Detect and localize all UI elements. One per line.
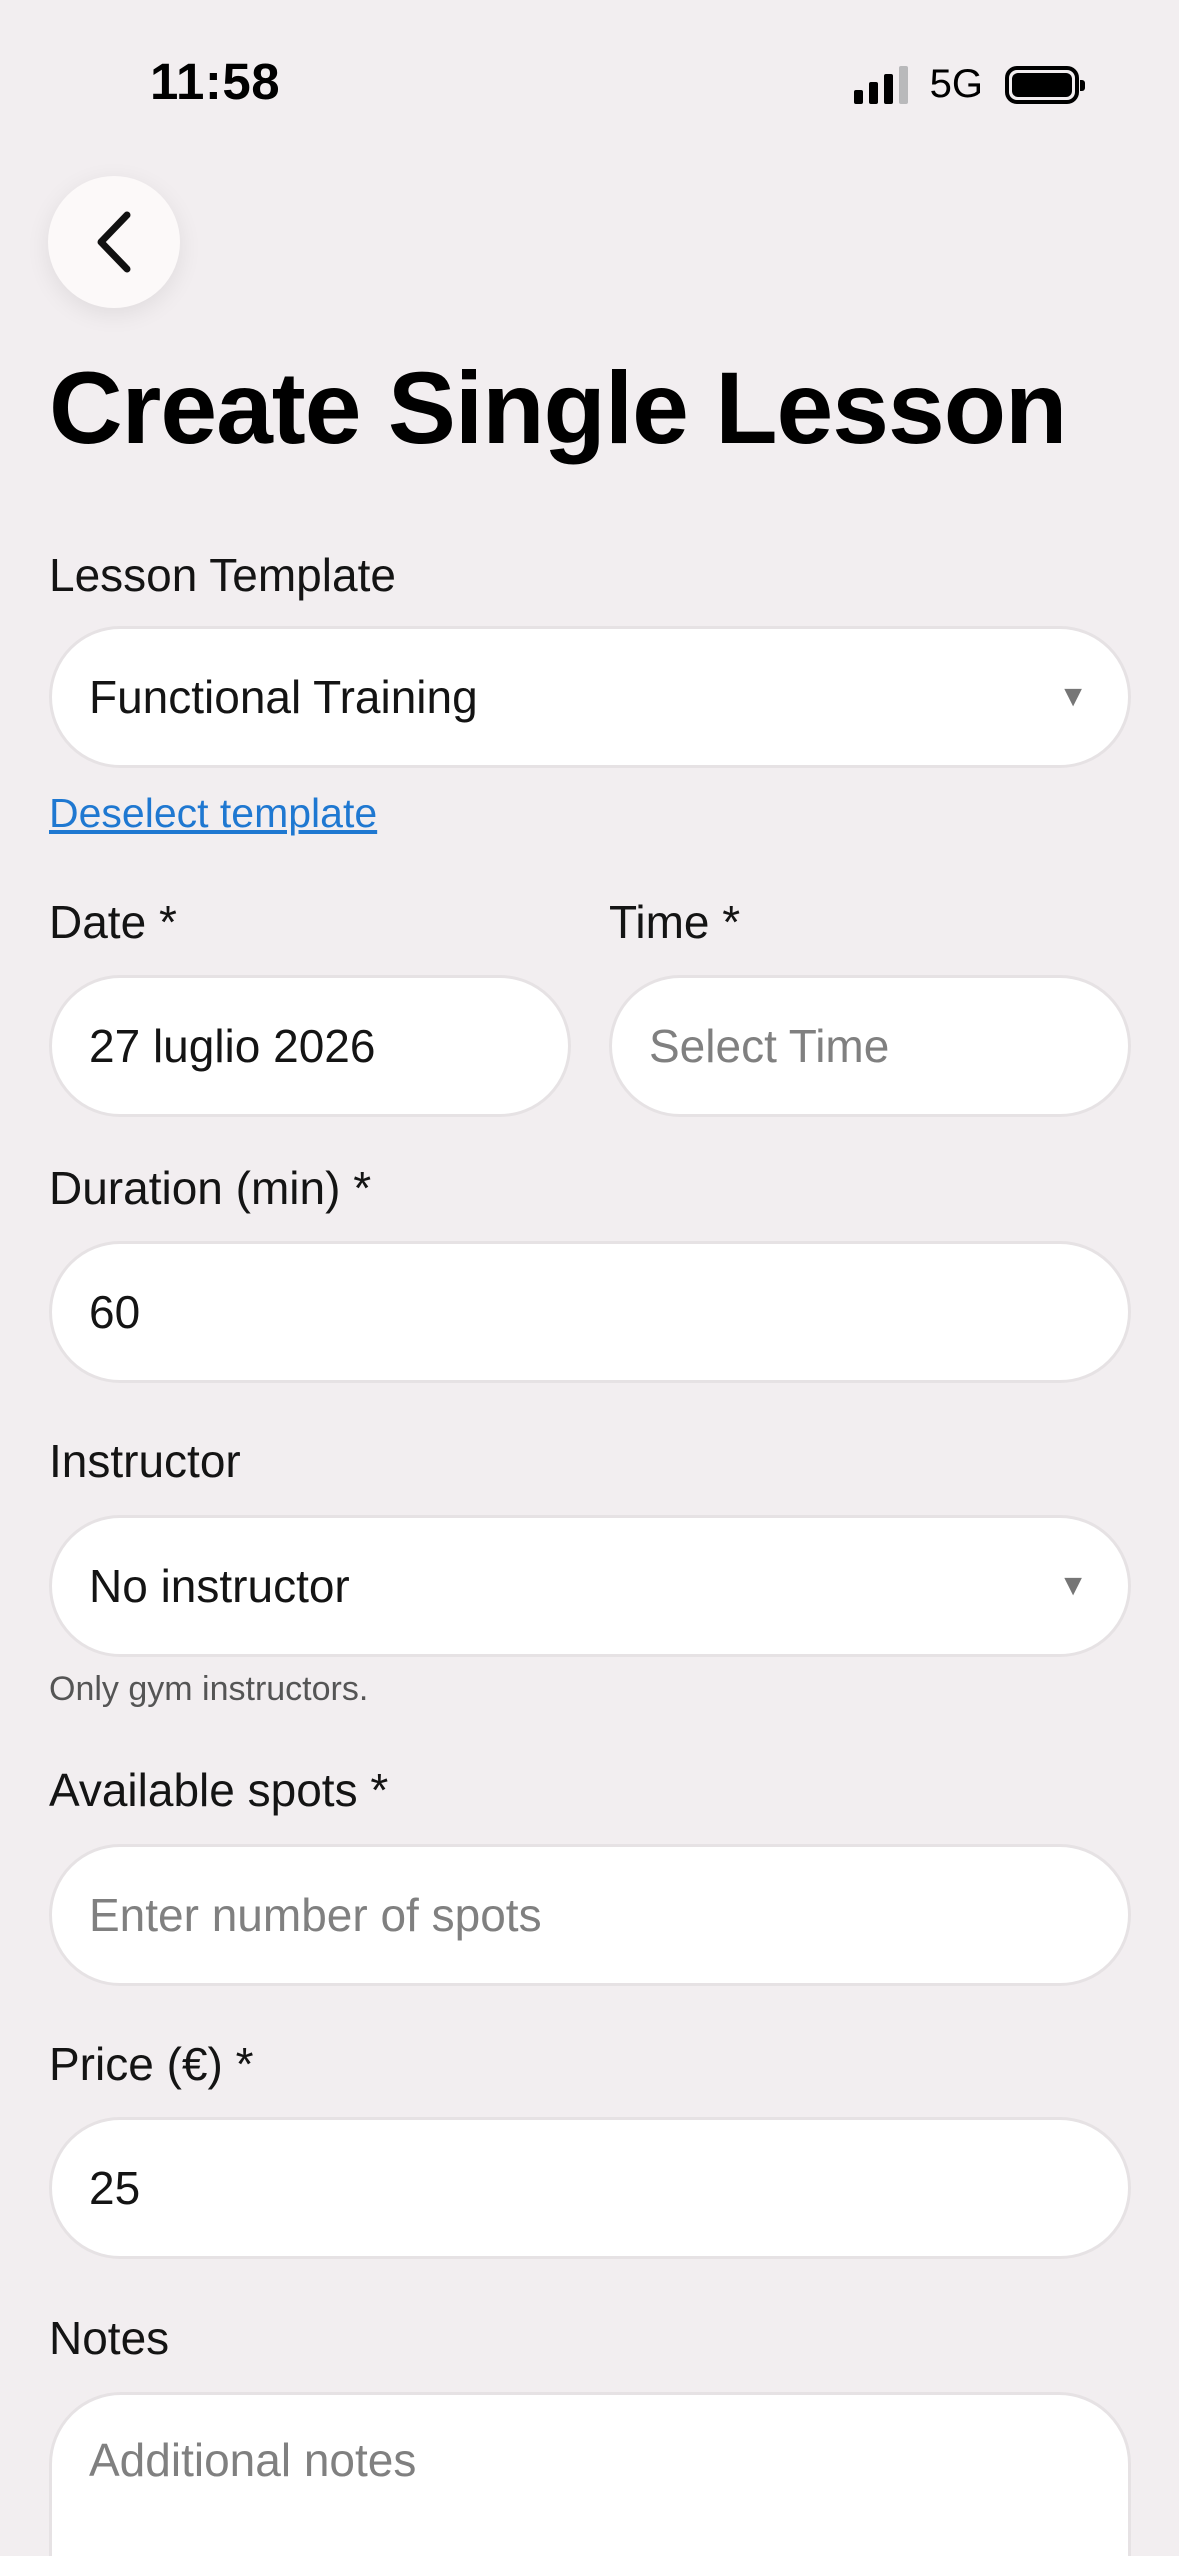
deselect-template-link[interactable]: Deselect template <box>49 790 377 837</box>
notes-label: Notes <box>49 2312 170 2364</box>
instructor-label: Instructor <box>49 1435 241 1487</box>
lesson-template-label: Lesson Template <box>49 549 396 601</box>
instructor-hint: Only gym instructors. <box>49 1670 369 1708</box>
page-title: Create Single Lesson <box>49 351 1067 465</box>
time-placeholder: Select Time <box>649 1020 890 1072</box>
battery-icon <box>1005 65 1085 104</box>
price-value: 25 <box>89 2162 141 2214</box>
status-time: 11:58 <box>150 53 281 110</box>
duration-field[interactable]: 60 <box>49 1241 1131 1383</box>
time-label: Time * <box>609 896 741 948</box>
lesson-template-select[interactable]: Functional Training ▼ <box>49 626 1131 768</box>
time-field[interactable]: Select Time <box>609 975 1131 1117</box>
duration-value: 60 <box>89 1286 141 1338</box>
back-button[interactable] <box>48 176 180 308</box>
create-lesson-screen: 11:58 5G Create Single Lesson Lesson Tem… <box>0 0 1179 2556</box>
notes-textarea[interactable]: Additional notes <box>49 2392 1131 2556</box>
date-value: 27 luglio 2026 <box>89 1020 376 1072</box>
instructor-select[interactable]: No instructor ▼ <box>49 1515 1131 1657</box>
date-field[interactable]: 27 luglio 2026 <box>49 975 571 1117</box>
lesson-template-value: Functional Training <box>89 671 478 723</box>
dropdown-caret-icon: ▼ <box>1058 1569 1088 1602</box>
date-label: Date * <box>49 896 177 948</box>
chevron-left-icon <box>97 211 131 273</box>
instructor-value: No instructor <box>89 1560 350 1612</box>
spots-label: Available spots * <box>49 1764 389 1816</box>
dropdown-caret-icon: ▼ <box>1058 680 1088 713</box>
signal-icon <box>853 65 908 104</box>
network-label: 5G <box>929 62 983 106</box>
status-indicators: 5G <box>853 62 1085 107</box>
price-field[interactable]: 25 <box>49 2117 1131 2259</box>
spots-field[interactable]: Enter number of spots <box>49 1844 1131 1986</box>
price-label: Price (€) * <box>49 2038 254 2090</box>
spots-placeholder: Enter number of spots <box>89 1889 542 1941</box>
duration-label: Duration (min) * <box>49 1162 372 1214</box>
notes-placeholder: Additional notes <box>89 2434 417 2486</box>
